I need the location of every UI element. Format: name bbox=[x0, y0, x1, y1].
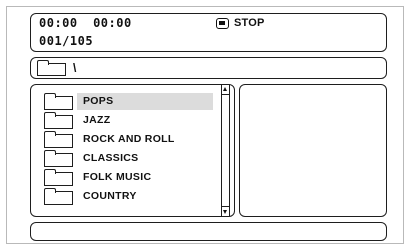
folder-item-folk-music[interactable]: FOLK MUSIC bbox=[31, 169, 219, 187]
path-bar: \ bbox=[30, 57, 387, 79]
folder-item-rock-and-roll[interactable]: ROCK AND ROLL bbox=[31, 131, 219, 149]
folder-icon bbox=[43, 150, 73, 167]
folder-item-pops[interactable]: POPS bbox=[31, 93, 219, 111]
folder-item-label: COUNTRY bbox=[83, 190, 137, 202]
folder-icon bbox=[43, 188, 73, 205]
folder-item-classics[interactable]: CLASSICS bbox=[31, 150, 219, 168]
track-counter: 001/105 bbox=[39, 34, 94, 48]
folder-item-jazz[interactable]: JAZZ bbox=[31, 112, 219, 130]
info-bar bbox=[30, 222, 387, 241]
folder-icon bbox=[43, 131, 73, 148]
stop-icon bbox=[216, 18, 229, 29]
current-path: \ bbox=[73, 61, 77, 75]
folder-item-label: FOLK MUSIC bbox=[83, 171, 152, 183]
folder-item-country[interactable]: COUNTRY bbox=[31, 188, 219, 206]
folder-icon bbox=[43, 169, 73, 186]
scroll-down-arrow-icon[interactable] bbox=[222, 206, 229, 216]
folder-icon bbox=[36, 60, 66, 76]
folder-item-label: CLASSICS bbox=[83, 152, 139, 164]
scroll-up-arrow-icon[interactable] bbox=[222, 85, 229, 95]
folder-list: POPS JAZZ ROCK AND ROLL CLASSICS FOLK MU… bbox=[30, 84, 235, 217]
folder-item-label: ROCK AND ROLL bbox=[83, 133, 175, 145]
status-panel: 00:00 00:00 001/105 STOP bbox=[30, 13, 387, 52]
preview-panel bbox=[239, 84, 387, 217]
folder-item-label: JAZZ bbox=[83, 114, 111, 126]
folder-icon bbox=[43, 112, 73, 129]
time-display: 00:00 00:00 bbox=[39, 16, 132, 30]
playback-mode-label: STOP bbox=[234, 17, 265, 29]
list-scrollbar[interactable] bbox=[221, 85, 230, 216]
folder-icon bbox=[43, 93, 73, 110]
folder-item-label: POPS bbox=[83, 95, 114, 107]
